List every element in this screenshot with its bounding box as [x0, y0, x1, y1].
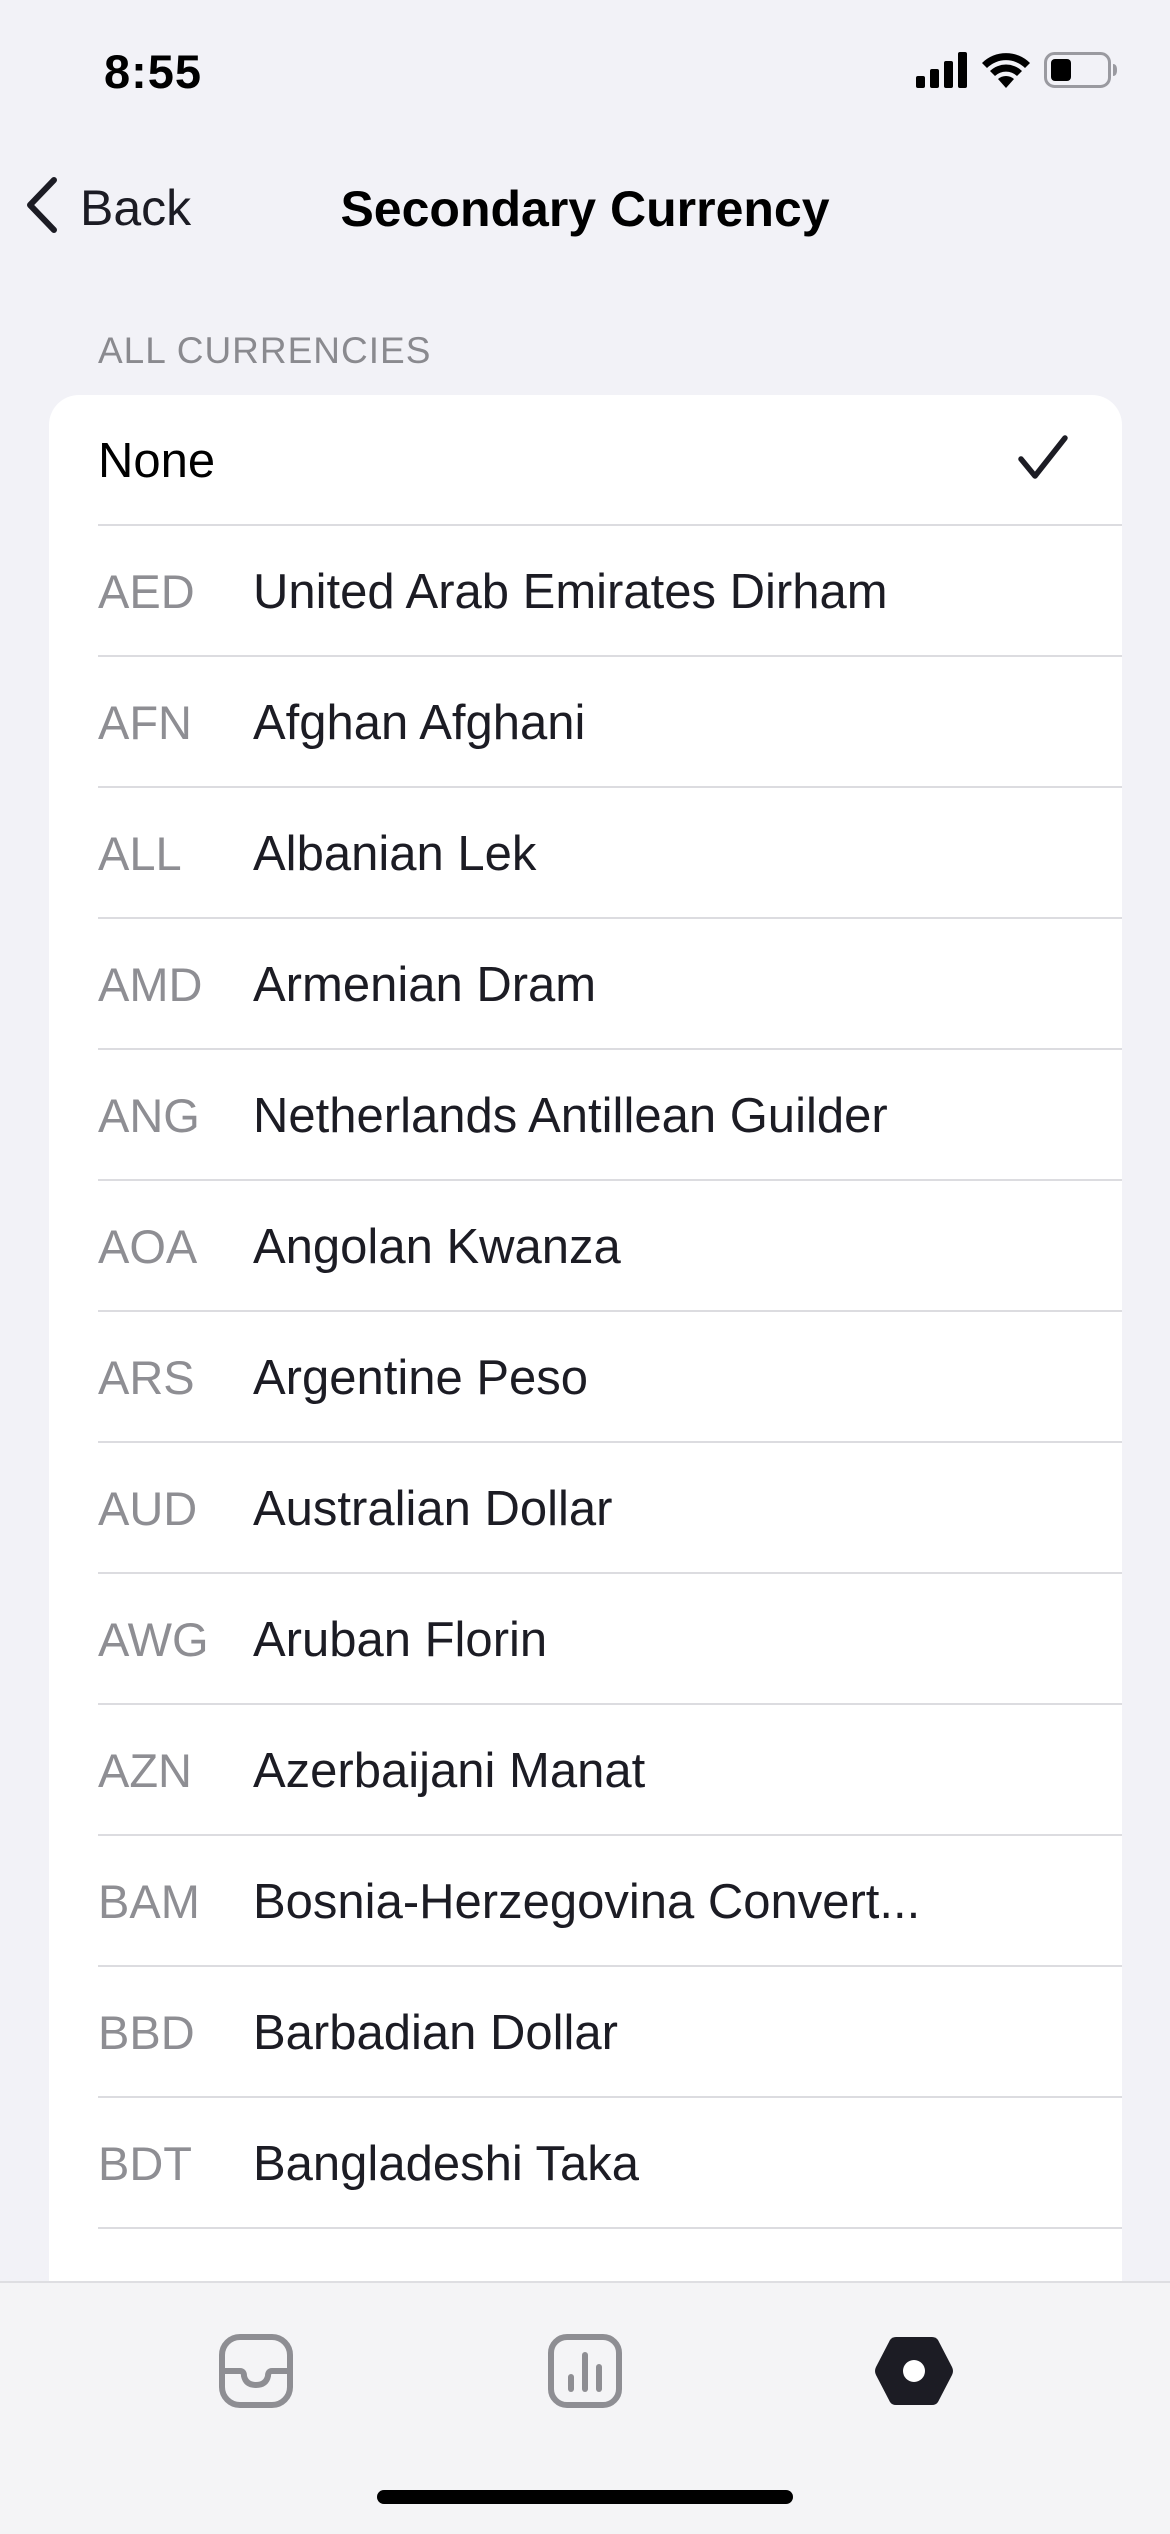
currency-name: Afghan Afghani [253, 695, 586, 750]
list-item[interactable]: AOA Angolan Kwanza [49, 1181, 1122, 1312]
currency-name: Albanian Lek [253, 826, 537, 881]
home-indicator [377, 2490, 793, 2504]
list-item[interactable]: BBD Barbadian Dollar [49, 1967, 1122, 2098]
battery-icon [1044, 52, 1118, 93]
list-item[interactable]: AZN Azerbaijani Manat [49, 1705, 1122, 1836]
currency-code: AFN [98, 696, 192, 749]
currency-code: AZN [98, 1744, 192, 1797]
navigation-bar: Back Secondary Currency [0, 160, 1170, 260]
list-item[interactable]: AMD Armenian Dram [49, 919, 1122, 1050]
currency-name: United Arab Emirates Dirham [253, 564, 888, 619]
currency-code: BBD [98, 2006, 195, 2059]
section-header: ALL CURRENCIES [98, 330, 432, 371]
currency-name: Armenian Dram [253, 957, 597, 1012]
currency-code: ARS [98, 1351, 195, 1404]
currency-code: ALL [98, 827, 182, 880]
status-icons [916, 52, 1118, 93]
currency-code: AED [98, 565, 195, 618]
cellular-signal-icon [916, 52, 968, 93]
settings-hexagon-icon [874, 2334, 954, 2413]
list-item[interactable]: ARS Argentine Peso [49, 1312, 1122, 1443]
currency-name: Bangladeshi Taka [253, 2136, 639, 2191]
checkmark-icon [1016, 433, 1070, 488]
list-item[interactable]: AUD Australian Dollar [49, 1443, 1122, 1574]
list-item[interactable]: ALL Albanian Lek [49, 788, 1122, 919]
page-title: Secondary Currency [340, 181, 830, 237]
currency-name: Australian Dollar [253, 1481, 613, 1536]
tab-inbox[interactable] [206, 2323, 306, 2423]
tab-stats[interactable] [535, 2323, 635, 2423]
currency-code: BDT [98, 2137, 192, 2190]
currency-name: Barbadian Dollar [253, 2005, 618, 2060]
status-time: 8:55 [104, 45, 203, 98]
list-item[interactable]: AED United Arab Emirates Dirham [49, 526, 1122, 657]
status-bar: 8:55 [0, 0, 1170, 150]
currency-name: Aruban Florin [253, 1612, 548, 1667]
currency-list: None AED United Arab Emirates Dirham AFN… [49, 395, 1122, 2295]
list-item[interactable]: BAM Bosnia-Herzegovina Convert... [49, 1836, 1122, 1967]
tab-settings[interactable] [864, 2323, 964, 2423]
currency-code: ANG [98, 1089, 200, 1142]
list-item[interactable]: AFN Afghan Afghani [49, 657, 1122, 788]
currency-code: AUD [98, 1482, 198, 1535]
list-item[interactable]: AWG Aruban Florin [49, 1574, 1122, 1705]
currency-name: Netherlands Antillean Guilder [253, 1088, 888, 1143]
currency-name: Argentine Peso [253, 1350, 589, 1405]
inbox-tray-icon [218, 2333, 294, 2414]
currency-code: AOA [98, 1220, 198, 1273]
currency-name: Angolan Kwanza [253, 1219, 621, 1274]
currency-name: Bosnia-Herzegovina Convert... [253, 1874, 921, 1929]
list-item[interactable]: ANG Netherlands Antillean Guilder [49, 1050, 1122, 1181]
currency-code: BAM [98, 1875, 200, 1928]
currency-code: AMD [98, 958, 203, 1011]
wifi-icon [982, 52, 1030, 93]
list-item-none[interactable]: None [49, 395, 1122, 526]
none-option-label: None [98, 433, 216, 488]
list-item[interactable]: BDT Bangladeshi Taka [49, 2098, 1122, 2229]
currency-code: AWG [98, 1613, 209, 1666]
currency-name: Azerbaijani Manat [253, 1743, 646, 1798]
bar-chart-icon [547, 2333, 623, 2414]
